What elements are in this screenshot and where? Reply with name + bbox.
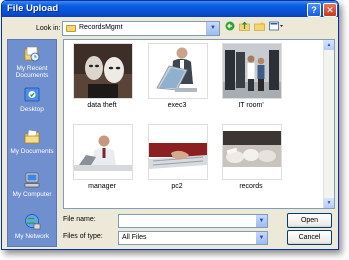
scroll-down-icon[interactable]: ▼ xyxy=(324,198,334,208)
window-title: File Upload xyxy=(7,3,59,14)
place-label: Documents xyxy=(15,72,49,79)
chevron-down-icon[interactable]: ▼ xyxy=(256,232,267,244)
desktop-icon xyxy=(24,87,40,102)
place-label: My Computer xyxy=(12,191,52,198)
thumbnail-keyboard-hand-photo[interactable] xyxy=(148,124,208,180)
file-upload-dialog: File Upload ? ✕ Look in: RecordsMgmt ▼ M… xyxy=(1,0,339,250)
file-name[interactable]: exec3 xyxy=(142,102,212,109)
files-of-type-label: Files of type: xyxy=(63,233,103,240)
place-my-network[interactable]: My Network xyxy=(8,213,56,240)
keyboard-hand-photo-icon xyxy=(149,125,207,179)
help-button[interactable]: ? xyxy=(307,3,321,17)
server-room-photo-icon xyxy=(223,44,281,98)
places-bar: My Recent Documents Desktop My Documents xyxy=(7,39,57,247)
laptop-man-photo-icon xyxy=(149,44,207,98)
file-name-label: File name: xyxy=(63,216,96,223)
back-arrow-icon xyxy=(225,21,235,31)
look-in-dropdown[interactable]: RecordsMgmt ▼ xyxy=(62,21,220,36)
paper-files-photo-icon xyxy=(223,125,281,179)
recent-documents-icon xyxy=(24,46,40,62)
look-in-label: Look in: xyxy=(36,25,61,32)
place-label: My Network xyxy=(14,233,50,240)
place-my-documents[interactable]: My Documents xyxy=(8,128,56,155)
place-my-recent-documents[interactable]: My Recent Documents xyxy=(8,45,56,79)
scroll-up-icon[interactable]: ▲ xyxy=(324,40,334,50)
place-label: Desktop xyxy=(20,106,44,113)
up-folder-button[interactable] xyxy=(238,21,250,34)
chevron-down-icon[interactable]: ▼ xyxy=(206,22,219,35)
views-menu-button[interactable] xyxy=(268,21,284,34)
my-documents-icon xyxy=(24,129,40,144)
back-button[interactable] xyxy=(224,21,236,34)
my-computer-icon xyxy=(24,172,40,188)
place-my-computer[interactable]: My Computer xyxy=(8,171,56,198)
file-name[interactable]: IT room' xyxy=(216,102,286,109)
file-name[interactable]: manager xyxy=(67,183,137,190)
desk-man-photo-icon xyxy=(74,125,132,179)
thumbnail-paper-files-photo[interactable] xyxy=(222,124,282,180)
folder-icon xyxy=(66,25,76,32)
open-button[interactable]: Open xyxy=(287,213,332,228)
cancel-button[interactable]: Cancel xyxy=(287,230,332,245)
files-of-type-dropdown[interactable]: All Files ▼ xyxy=(118,231,268,245)
file-list-view[interactable]: data theft exec3 IT room' manager pc2 re… xyxy=(63,39,335,209)
new-folder-icon xyxy=(253,21,265,31)
thumbnail-laptop-man-photo[interactable] xyxy=(148,43,208,99)
file-name-combo[interactable]: ▼ xyxy=(118,214,268,228)
file-name[interactable]: records xyxy=(216,183,286,190)
place-label: My Recent xyxy=(16,65,48,72)
thumbnail-desk-man-photo[interactable] xyxy=(73,124,133,180)
masks-photo-icon xyxy=(74,44,132,98)
chevron-down-icon[interactable]: ▼ xyxy=(256,215,267,227)
up-folder-icon xyxy=(238,21,250,31)
thumbnail-server-room-photo[interactable] xyxy=(222,43,282,99)
title-bar[interactable]: File Upload ? ✕ xyxy=(2,1,338,17)
close-button[interactable]: ✕ xyxy=(323,3,337,17)
place-desktop[interactable]: Desktop xyxy=(8,86,56,113)
place-label: My Documents xyxy=(10,148,54,155)
my-network-icon xyxy=(25,214,41,230)
thumbnail-masks-photo[interactable] xyxy=(73,43,133,99)
new-folder-button[interactable] xyxy=(253,21,265,34)
look-in-value: RecordsMgmt xyxy=(79,24,123,31)
file-name[interactable]: data theft xyxy=(67,102,137,109)
vertical-scrollbar[interactable]: ▲ ▼ xyxy=(323,40,334,208)
views-icon xyxy=(268,21,283,31)
files-of-type-value: All Files xyxy=(122,234,147,241)
file-name[interactable]: pc2 xyxy=(142,183,212,190)
